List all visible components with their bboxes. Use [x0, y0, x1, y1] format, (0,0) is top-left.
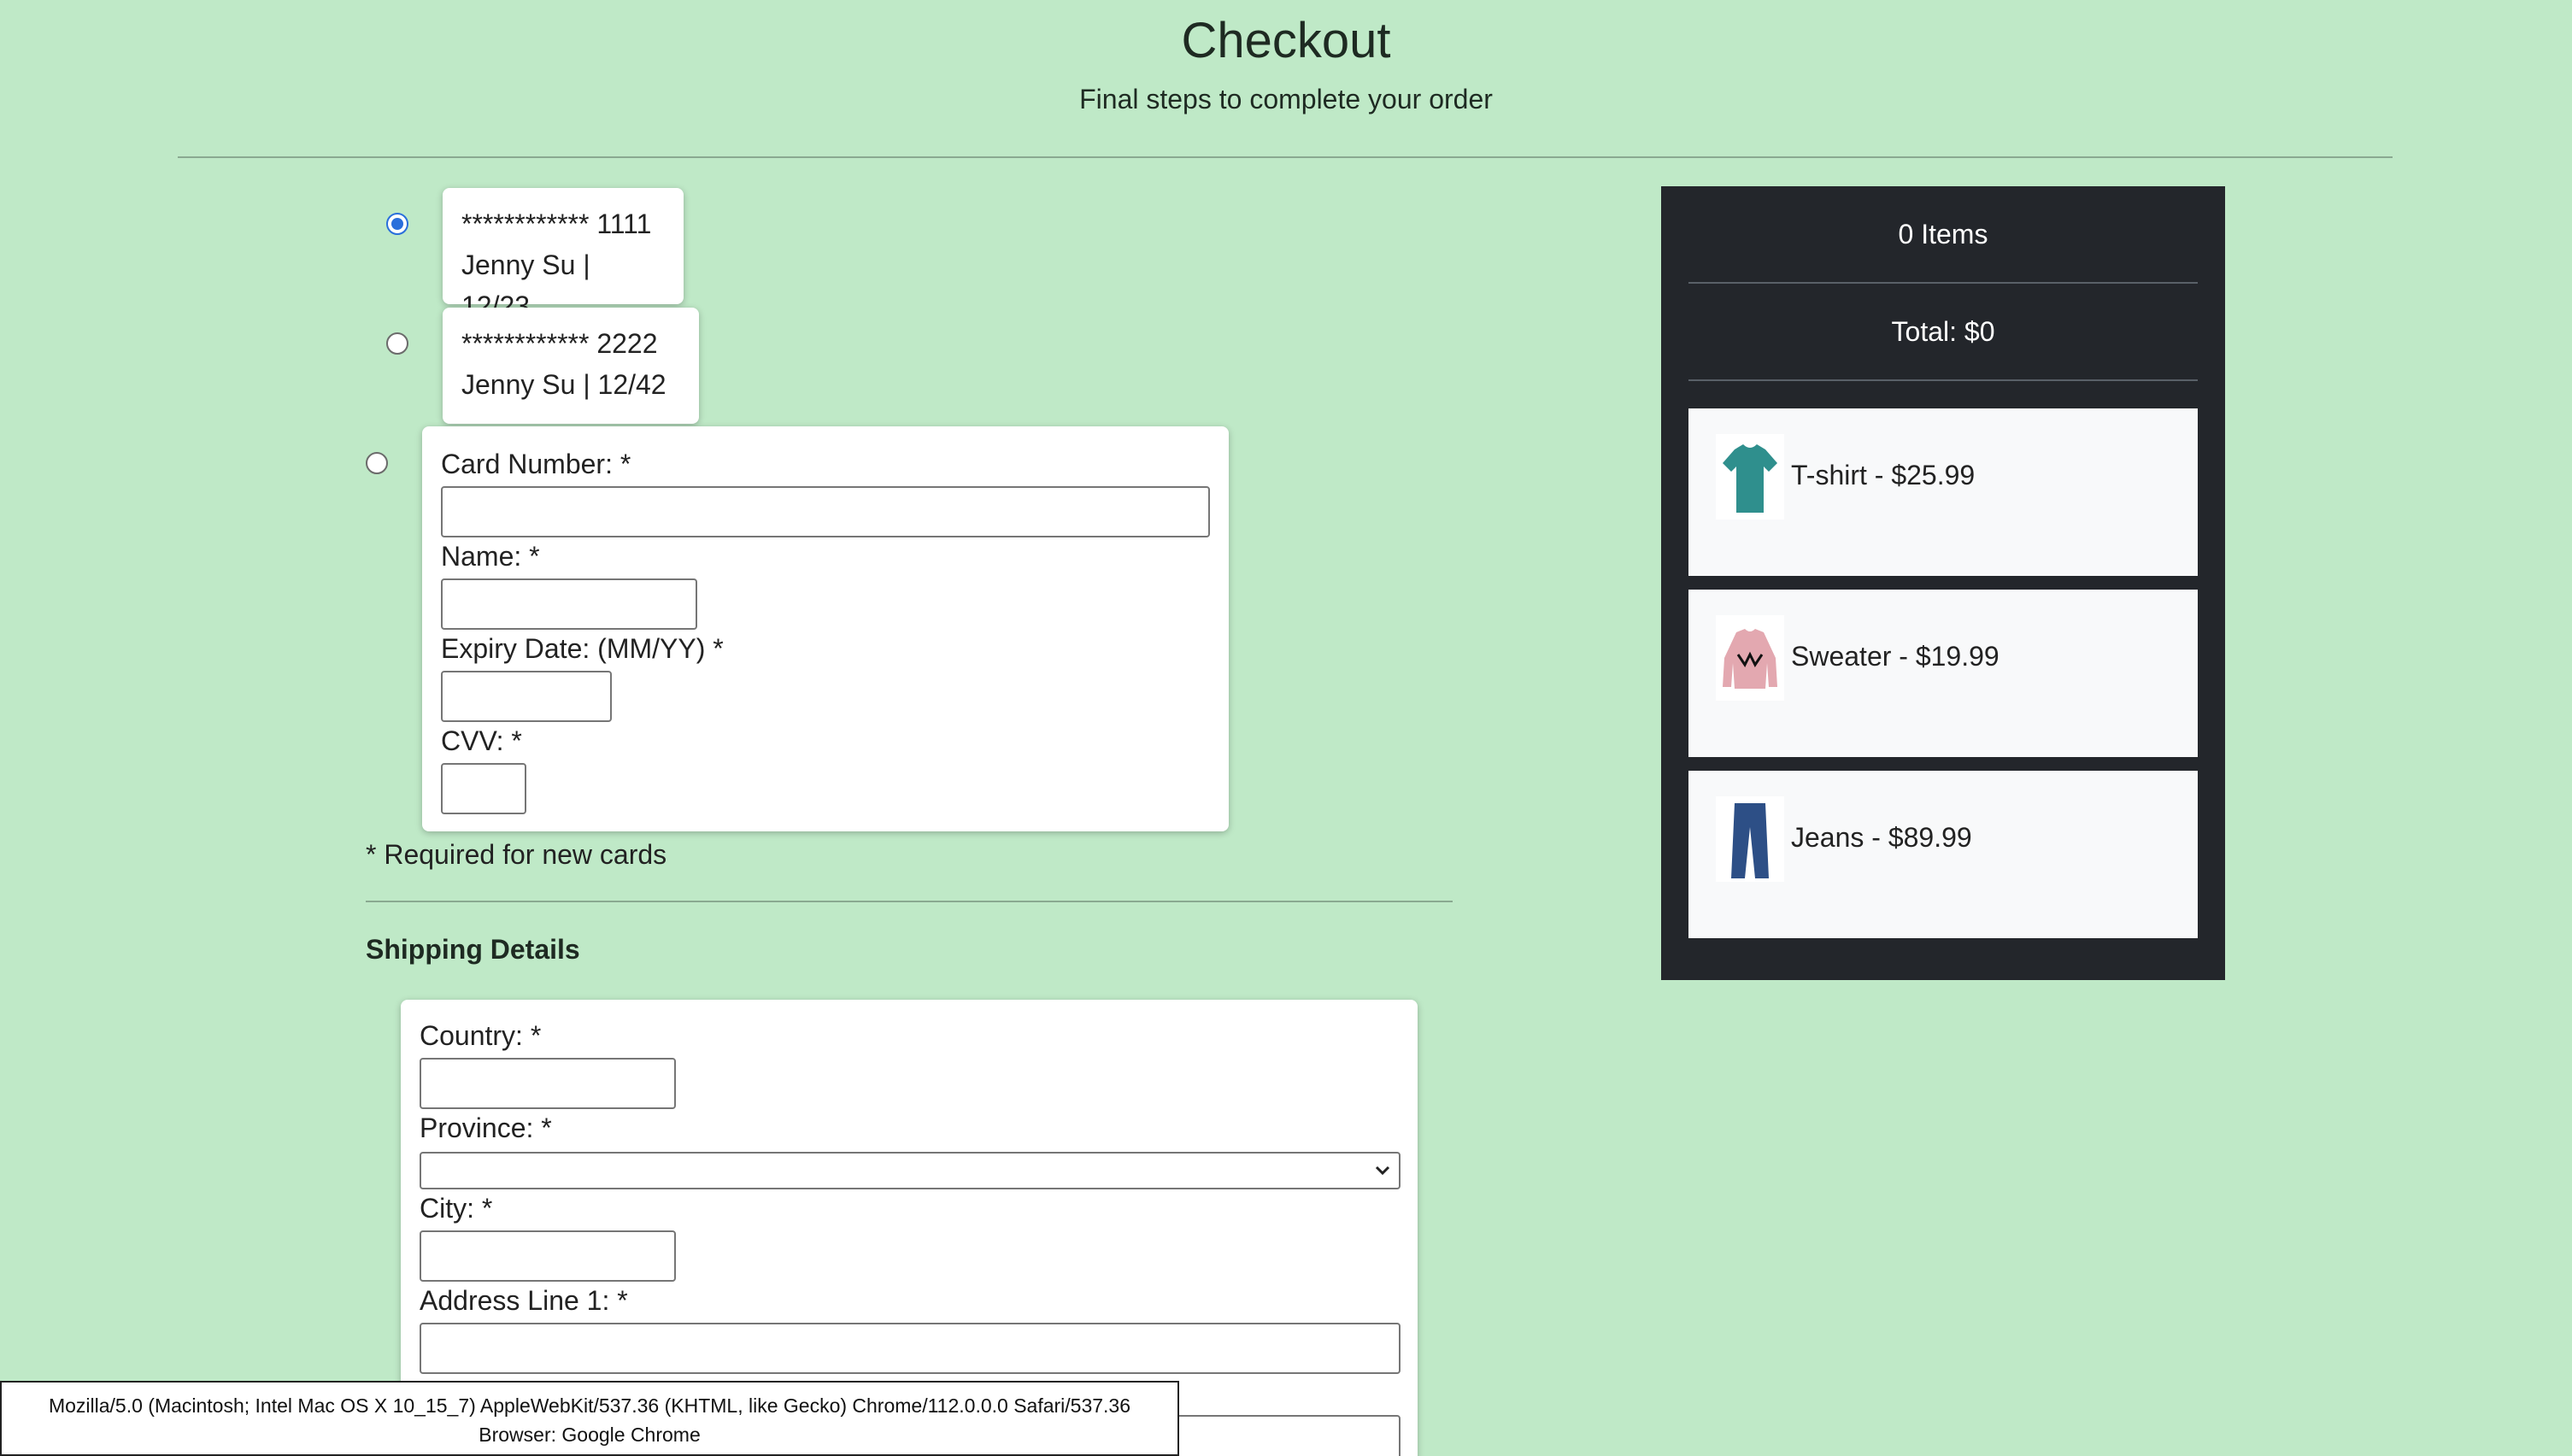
expiry-label: Expiry Date: (MM/YY) *	[441, 633, 724, 664]
chevron-down-icon	[1373, 1159, 1392, 1185]
province-select[interactable]	[420, 1152, 1401, 1189]
saved-card-1-radio[interactable]	[386, 213, 408, 235]
tshirt-icon	[1716, 434, 1784, 520]
saved-card-2-holder: Jenny Su | 12/42	[461, 369, 666, 400]
cvv-input[interactable]	[441, 763, 526, 814]
user-agent-text: Mozilla/5.0 (Macintosh; Intel Mac OS X 1…	[48, 1394, 1131, 1417]
page-title: Checkout	[1181, 13, 1391, 68]
browser-text: Browser: Google Chrome	[479, 1424, 701, 1446]
header-divider	[178, 156, 2393, 158]
name-input[interactable]	[441, 578, 697, 630]
cart-item-jeans[interactable]: Jeans - $89.99	[1688, 771, 2198, 938]
expiry-input[interactable]	[441, 671, 612, 722]
saved-card-2-number: ************ 2222	[461, 328, 658, 359]
cart-panel: 0 Items Total: $0 T-shirt - $25.99 Sweat…	[1661, 186, 2225, 980]
saved-card-2[interactable]: ************ 2222 Jenny Su | 12/42	[443, 308, 699, 424]
cart-item-count: 0 Items	[1898, 219, 1988, 250]
cart-total: Total: $0	[1891, 316, 1995, 347]
new-card-form: Card Number: * Name: * Expiry Date: (MM/…	[422, 426, 1229, 831]
address1-label: Address Line 1: *	[420, 1285, 628, 1316]
page-subtitle: Final steps to complete your order	[1079, 84, 1493, 114]
saved-card-2-radio[interactable]	[386, 332, 408, 355]
country-label: Country: *	[420, 1020, 542, 1051]
cart-divider	[1688, 379, 2198, 381]
cart-item-tshirt[interactable]: T-shirt - $25.99	[1688, 408, 2198, 576]
jeans-icon	[1716, 796, 1784, 882]
city-input[interactable]	[420, 1230, 676, 1282]
cart-item-sweater[interactable]: Sweater - $19.99	[1688, 590, 2198, 757]
cart-divider	[1688, 282, 2198, 284]
cart-item-label: Jeans - $89.99	[1791, 822, 1972, 853]
required-note: * Required for new cards	[366, 839, 667, 870]
province-label: Province: *	[420, 1113, 552, 1143]
card-number-label: Card Number: *	[441, 449, 631, 479]
user-agent-tooltip: Mozilla/5.0 (Macintosh; Intel Mac OS X 1…	[0, 1381, 1179, 1456]
cart-item-label: Sweater - $19.99	[1791, 641, 1999, 672]
cvv-label: CVV: *	[441, 725, 522, 756]
card-number-input[interactable]	[441, 486, 1210, 537]
name-label: Name: *	[441, 541, 540, 572]
saved-card-1-number: ************ 1111	[461, 208, 652, 239]
sweater-icon	[1716, 615, 1784, 701]
saved-card-1[interactable]: ************ 1111 Jenny Su | 12/23	[443, 188, 684, 321]
section-divider	[366, 901, 1453, 902]
city-label: City: *	[420, 1193, 493, 1224]
country-input[interactable]	[420, 1058, 676, 1109]
address1-input[interactable]	[420, 1323, 1401, 1374]
shipping-heading: Shipping Details	[366, 934, 580, 965]
new-card-radio[interactable]	[366, 452, 388, 474]
cart-item-label: T-shirt - $25.99	[1791, 460, 1976, 490]
